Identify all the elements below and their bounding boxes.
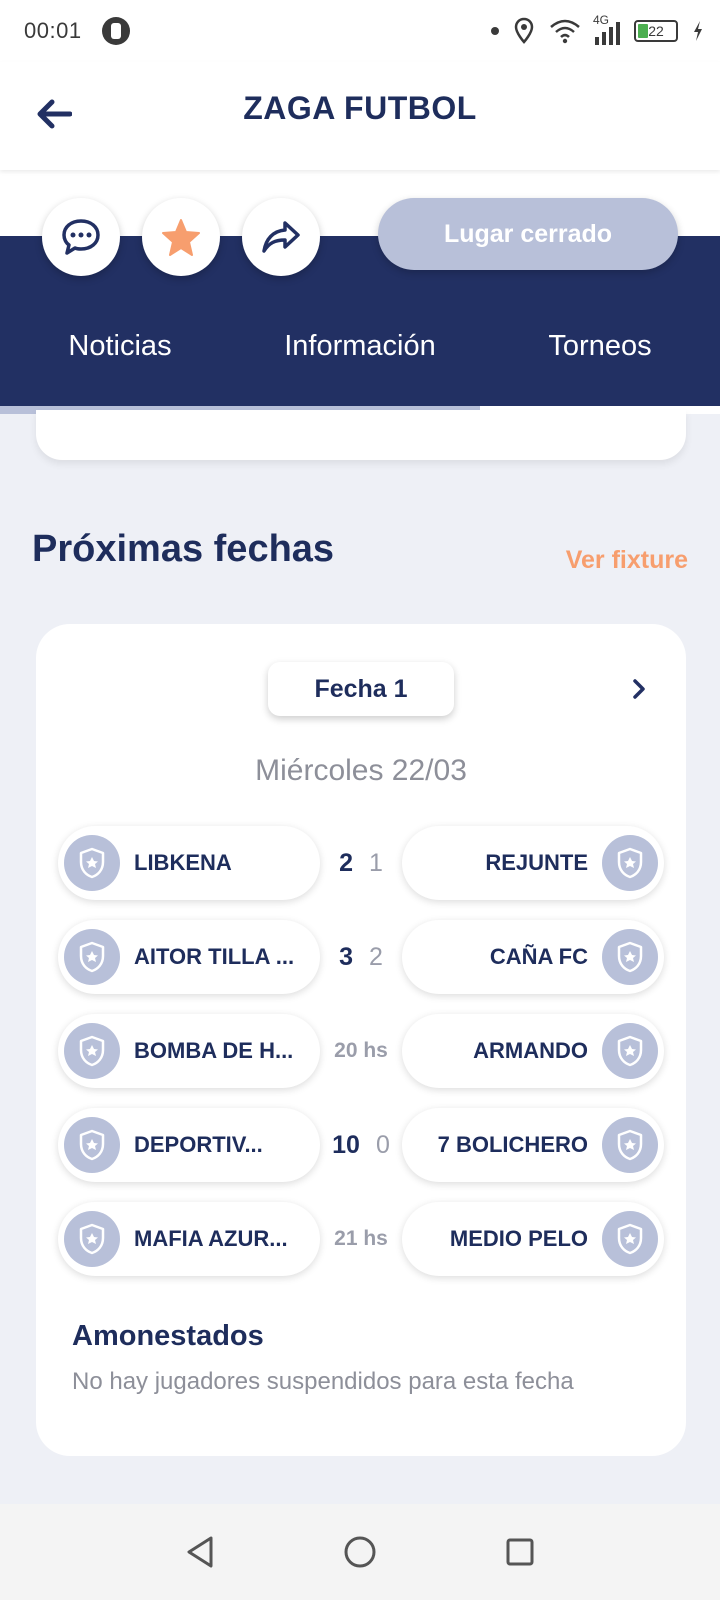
notification-dot-icon	[491, 27, 499, 35]
wifi-icon	[550, 19, 580, 44]
team-name: CAÑA FC	[489, 944, 588, 969]
team-shield-icon	[64, 1023, 120, 1079]
nav-recents-button[interactable]	[495, 1527, 545, 1577]
team-name: 7 BOLICHERO	[437, 1132, 588, 1157]
circle-home-icon	[344, 1536, 376, 1568]
home-score: 2	[339, 848, 353, 877]
home-team[interactable]: AITOR TILLA ...	[58, 920, 320, 994]
battery-level: 22	[648, 23, 664, 39]
away-score: 2	[369, 942, 383, 971]
match-score: 10 0	[320, 1108, 402, 1182]
match-score: 3 2	[320, 920, 402, 994]
home-score: 3	[339, 942, 353, 971]
team-shield-icon	[602, 1211, 658, 1267]
app-notification-icon	[101, 17, 130, 45]
info-card-bottom	[36, 410, 686, 460]
network-type: 4G	[593, 13, 610, 27]
app-header: ZAGA FUTBOL	[0, 62, 720, 170]
match-time: 20 hs	[320, 1014, 402, 1088]
system-nav-bar	[0, 1504, 720, 1600]
match-row: DEPORTIV... 10 0 7 BOLICHERO	[58, 1108, 664, 1182]
away-team[interactable]: ARMANDO	[402, 1014, 664, 1088]
away-team[interactable]: 7 BOLICHERO	[402, 1108, 664, 1182]
fixture-card: Fecha 1 Miércoles 22/03 LIBKENA 2 1 REJU…	[36, 624, 686, 1456]
team-shield-icon	[64, 835, 120, 891]
location-icon	[514, 17, 534, 44]
match-row: AITOR TILLA ... 3 2 CAÑA FC	[58, 920, 664, 994]
square-recents-icon	[506, 1538, 534, 1566]
venue-status-badge: Lugar cerrado	[378, 198, 678, 270]
team-name: DEPORTIV...	[134, 1132, 263, 1157]
kickoff-time: 21 hs	[334, 1227, 388, 1250]
suspended-message: No hay jugadores suspendidos para esta f…	[72, 1368, 574, 1395]
page-title: ZAGA FUTBOL	[243, 90, 477, 126]
chat-icon	[62, 219, 100, 255]
match-row: MAFIA AZUR... 21 hs MEDIO PELO	[58, 1202, 664, 1276]
match-time: 21 hs	[320, 1202, 402, 1276]
match-row: BOMBA DE H... 20 hs ARMANDO	[58, 1014, 664, 1088]
triangle-back-icon	[187, 1536, 213, 1568]
suspended-title: Amonestados	[72, 1320, 264, 1352]
team-name: AITOR TILLA ...	[134, 944, 295, 969]
away-team[interactable]: REJUNTE	[402, 826, 664, 900]
team-name: LIBKENA	[134, 850, 232, 875]
chevron-right-icon	[633, 679, 645, 699]
tab-bar: Noticias Información Torneos	[0, 316, 720, 376]
status-bar: 00:01 4G 22	[0, 0, 720, 62]
match-row: LIBKENA 2 1 REJUNTE	[58, 826, 664, 900]
team-shield-icon	[602, 1023, 658, 1079]
team-name: MEDIO PELO	[449, 1226, 588, 1251]
star-icon	[162, 219, 200, 256]
team-name: REJUNTE	[485, 850, 588, 875]
tab-informacion[interactable]: Información	[240, 316, 480, 376]
team-name: MAFIA AZUR...	[134, 1226, 288, 1251]
kickoff-time: 20 hs	[334, 1039, 388, 1062]
away-team[interactable]: MEDIO PELO	[402, 1202, 664, 1276]
team-shield-icon	[64, 1117, 120, 1173]
share-icon	[262, 221, 300, 253]
next-round-button[interactable]	[622, 670, 656, 708]
tab-noticias[interactable]: Noticias	[0, 316, 240, 376]
match-score: 2 1	[320, 826, 402, 900]
view-fixture-link[interactable]: Ver fixture	[566, 546, 688, 575]
match-date: Miércoles 22/03	[255, 754, 467, 787]
team-name: BOMBA DE H...	[134, 1038, 294, 1063]
favorite-button[interactable]	[142, 198, 220, 276]
team-name: ARMANDO	[473, 1038, 588, 1063]
away-score: 1	[369, 848, 383, 877]
cellular-signal-icon: 4G	[593, 13, 620, 45]
home-score: 10	[332, 1130, 360, 1159]
away-score: 0	[375, 1130, 390, 1159]
chat-button[interactable]	[42, 198, 120, 276]
home-team[interactable]: DEPORTIV...	[58, 1108, 320, 1182]
status-icons: 4G 22	[491, 0, 704, 62]
section-title: Próximas fechas	[32, 528, 335, 570]
team-shield-icon	[64, 929, 120, 985]
charging-icon	[694, 21, 702, 41]
nav-home-button[interactable]	[335, 1527, 385, 1577]
team-shield-icon	[602, 929, 658, 985]
nav-back-button[interactable]	[175, 1527, 225, 1577]
team-shield-icon	[602, 835, 658, 891]
team-shield-icon	[64, 1211, 120, 1267]
tab-torneos[interactable]: Torneos	[480, 316, 720, 376]
battery-icon: 22	[634, 20, 678, 42]
home-team[interactable]: MAFIA AZUR...	[58, 1202, 320, 1276]
round-selector[interactable]: Fecha 1	[268, 662, 454, 716]
home-team[interactable]: BOMBA DE H...	[58, 1014, 320, 1088]
home-team[interactable]: LIBKENA	[58, 826, 320, 900]
club-hero: Lugar cerrado Noticias Información Torne…	[0, 170, 720, 414]
share-button[interactable]	[242, 198, 320, 276]
away-team[interactable]: CAÑA FC	[402, 920, 664, 994]
team-shield-icon	[602, 1117, 658, 1173]
status-time: 00:01	[24, 18, 82, 43]
